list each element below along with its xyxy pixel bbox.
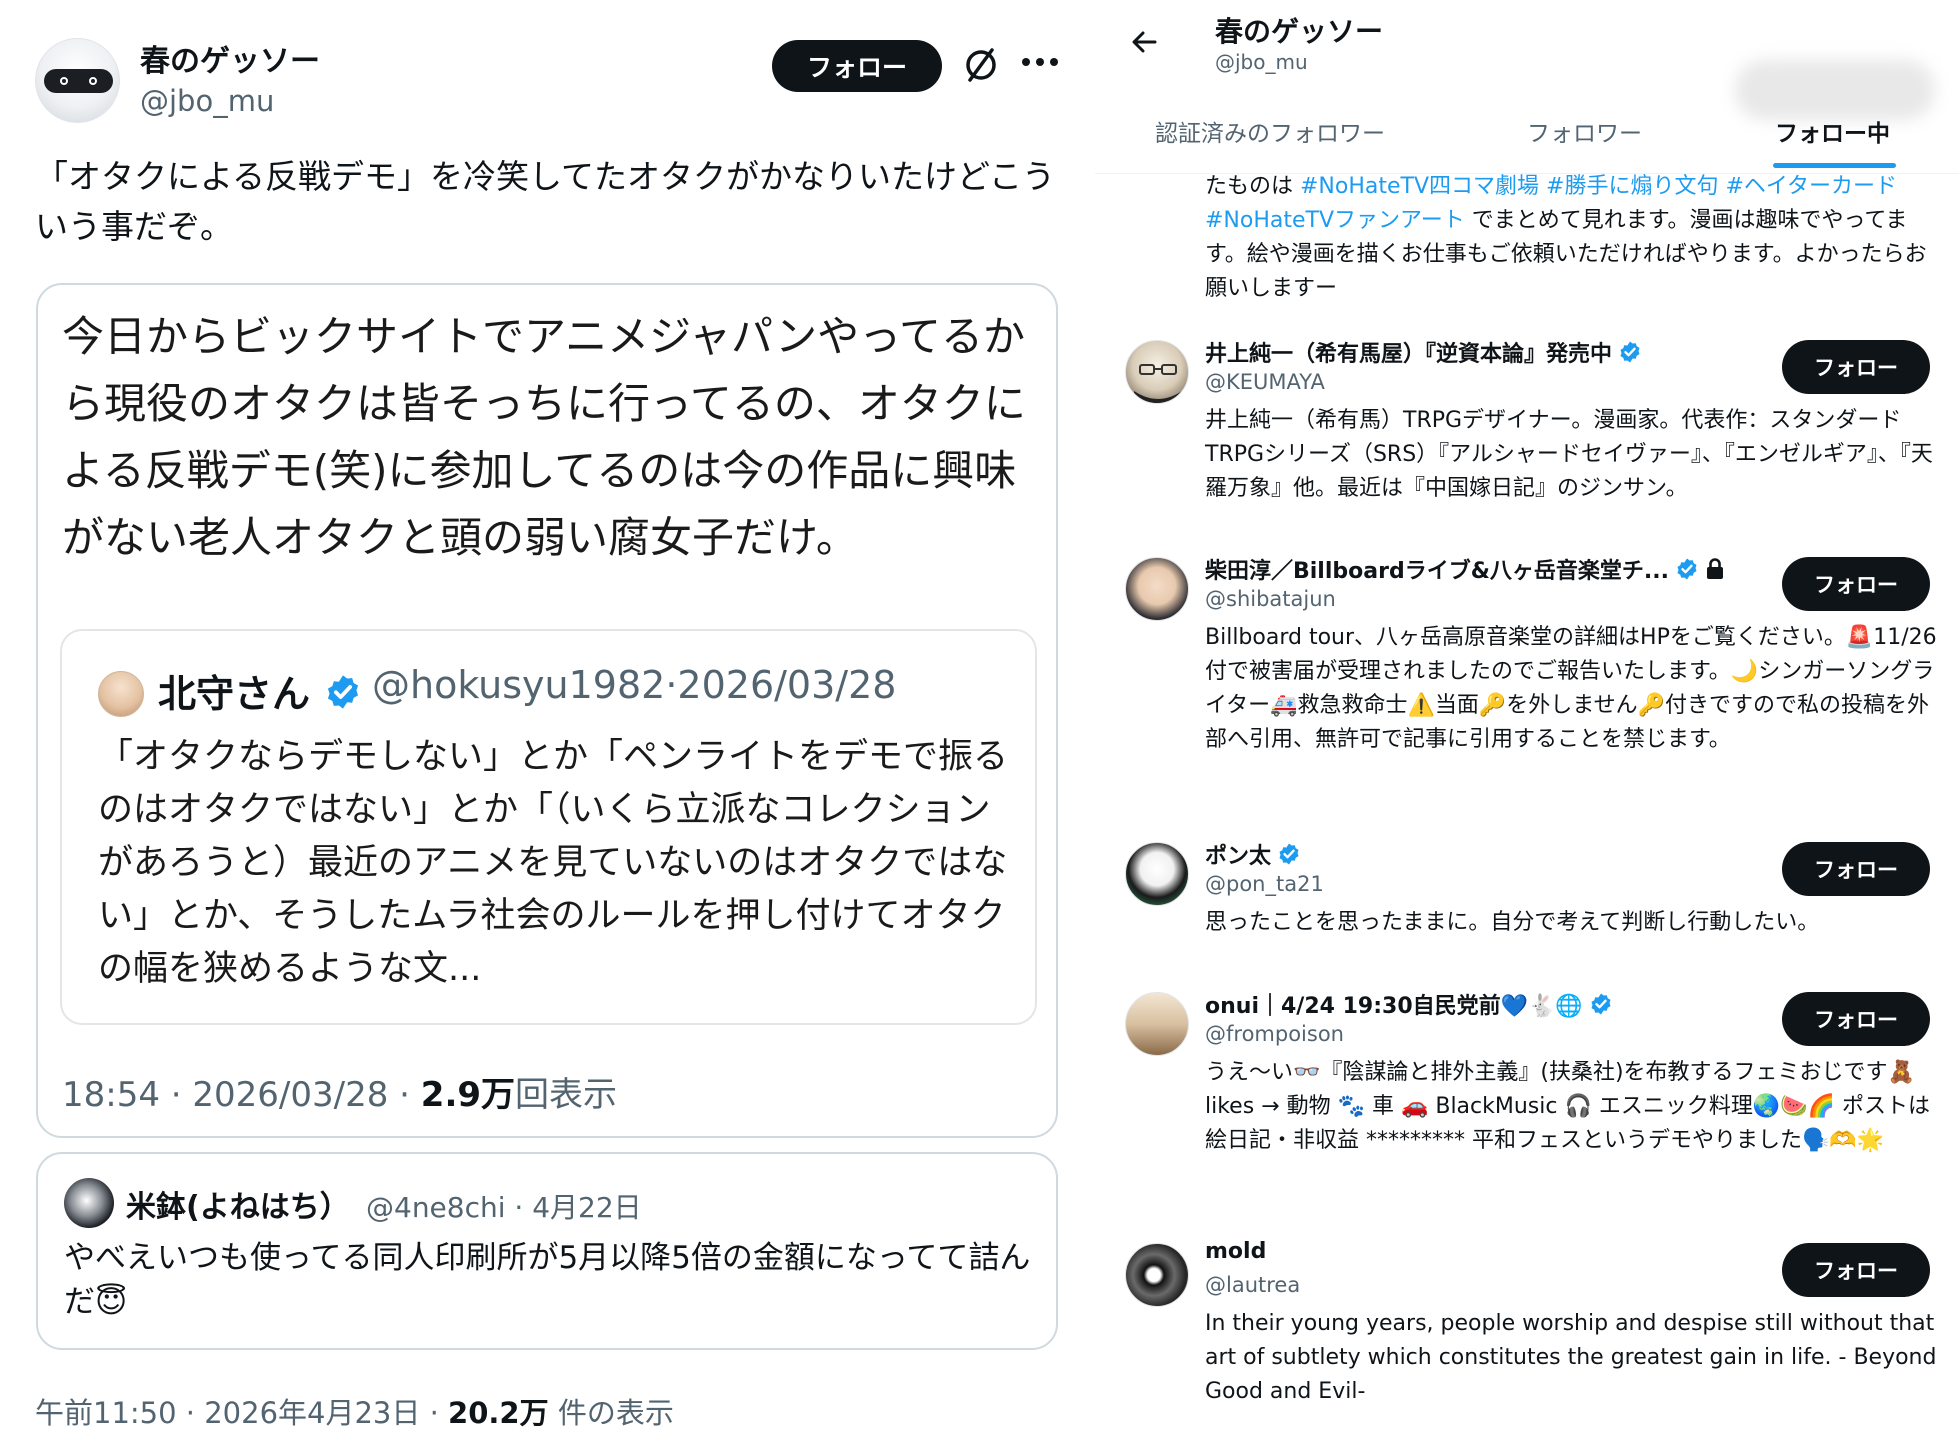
tab-bar: 認証済みのフォロワー フォロワー フォロー中 xyxy=(1095,108,1959,174)
profile-handle: @jbo_mu xyxy=(1215,50,1308,74)
tab-following[interactable]: フォロー中 xyxy=(1775,114,1890,148)
user-bio: 思ったことを思ったままに。自分で考えて判断し行動したい。 xyxy=(1205,910,1820,935)
follow-button[interactable]: フォロー xyxy=(1782,340,1930,394)
user-name[interactable]: ポン太 xyxy=(1205,838,1301,870)
user-name[interactable]: 柴田淳／Billboardライブ&八ヶ岳音楽堂チ... xyxy=(1205,553,1725,585)
tab-followers[interactable]: フォロワー xyxy=(1527,114,1642,148)
user-name[interactable]: 井上純一（希有馬屋）『逆資本論』発売中 xyxy=(1205,336,1642,368)
user-avatar[interactable] xyxy=(1125,1243,1189,1307)
back-arrow-icon[interactable] xyxy=(1125,22,1165,62)
attached-screenshot[interactable]: 今日からビックサイトでアニメジャパンやってるから現役のオタクは皆そっちに行ってる… xyxy=(36,283,1058,1138)
follow-button[interactable]: フォロー xyxy=(1782,557,1930,611)
follow-button[interactable]: フォロー xyxy=(1782,1243,1930,1297)
quoted-body: 「オタクならデモしない」とか「ペンライトをデモで振るのはオタクではない」とか「（… xyxy=(98,737,1009,989)
quoted-post-body: やべえいつも使ってる同人印刷所が5月以降5倍の金額になってて詰んだ😇 xyxy=(64,1240,1031,1320)
grok-icon[interactable] xyxy=(962,46,1000,84)
verified-badge-icon xyxy=(1279,843,1299,865)
user-name[interactable]: mold xyxy=(1205,1239,1266,1264)
follow-button[interactable]: フォロー xyxy=(1782,842,1930,896)
embedded-quote-card: 北守さん @hokusyu1982·2026/03/28 「オタクならデモしない… xyxy=(60,629,1037,1025)
more-options-icon[interactable] xyxy=(1022,58,1058,70)
quoted-post-card[interactable]: 米鉢(よねはち） @4ne8chi · 4月22日 やべえいつも使ってる同人印刷… xyxy=(36,1152,1058,1350)
screenshot-text: 今日からビックサイトでアニメジャパンやってるから現役のオタクは皆そっちに行ってる… xyxy=(62,312,1026,562)
user-handle: @frompoison xyxy=(1205,1022,1344,1046)
verified-badge-icon xyxy=(1591,993,1611,1015)
tab-verified-followers[interactable]: 認証済みのフォロワー xyxy=(1155,114,1385,148)
user-handle: @shibatajun xyxy=(1205,587,1336,611)
quoted-name: 北守さん xyxy=(158,672,311,716)
user-avatar[interactable] xyxy=(1125,992,1189,1056)
robot-face xyxy=(44,69,113,93)
user-avatar[interactable] xyxy=(1125,557,1189,621)
user-handle: @pon_ta21 xyxy=(1205,872,1324,896)
active-tab-indicator xyxy=(1773,163,1896,168)
post-stats: 午前11:50 · 2026年4月23日 · 20.2万 件の表示 xyxy=(35,1396,674,1430)
profile-title: 春のゲッソー xyxy=(1215,15,1384,48)
post-text: 「オタクによる反戦デモ」を冷笑してたオタクがかなりいたけどこういう事だぞ。 xyxy=(35,157,1056,246)
screenshot-stats: 18:54 · 2026/03/28 · 2.9万回表示 xyxy=(62,1075,618,1115)
quoted-post-name: 米鉢(よねはち） xyxy=(126,1190,350,1225)
verified-badge-icon xyxy=(1620,341,1640,363)
user-avatar[interactable] xyxy=(1125,842,1189,906)
author-avatar[interactable] xyxy=(35,38,120,123)
quoted-post-avatar xyxy=(64,1178,114,1228)
follow-button[interactable]: フォロー xyxy=(1782,992,1930,1046)
user-handle: @KEUMAYA xyxy=(1205,370,1325,394)
quoted-meta: @hokusyu1982·2026/03/28 xyxy=(372,663,897,707)
user-bio: うえ〜い👓『陰謀論と排外主義』(扶桑社)を布教するフェミおじです🧸 likes … xyxy=(1205,1060,1931,1153)
user-bio: Billboard tour、八ヶ岳高原音楽堂の詳細はHPをご覧ください。🚨11… xyxy=(1205,625,1937,752)
quoted-avatar xyxy=(98,671,144,717)
user-bio: In their young years, people worship and… xyxy=(1205,1311,1937,1404)
verified-badge-icon xyxy=(1677,558,1697,580)
verified-badge-icon xyxy=(327,675,359,709)
user-handle: @lautrea xyxy=(1205,1273,1301,1297)
follow-button[interactable]: フォロー xyxy=(772,40,942,92)
user-avatar[interactable] xyxy=(1125,340,1189,404)
lock-icon xyxy=(1706,558,1723,579)
following-list-panel: 春のゲッソー @jbo_mu 認証済みのフォロワー フォロワー フォロー中 たも… xyxy=(1095,0,1959,1451)
author-name[interactable]: 春のゲッソー xyxy=(140,36,320,80)
tweet-panel: 春のゲッソー @jbo_mu フォロー 「オタクによる反戦デモ」を冷笑してたオタ… xyxy=(0,0,1090,1451)
quoted-post-meta: @4ne8chi · 4月22日 xyxy=(366,1191,642,1224)
author-handle[interactable]: @jbo_mu xyxy=(140,84,274,118)
partial-bio: たものは #NoHateTV四コマ劇場 #勝手に煽り文句 #ヘイターカード #N… xyxy=(1205,174,1927,301)
user-bio: 井上純一（希有馬）TRPGデザイナー。漫画家。代表作：スタンダードTRPGシリー… xyxy=(1205,408,1933,501)
user-name[interactable]: onui｜4/24 19:30自民党前💙🐇🌐 xyxy=(1205,988,1613,1020)
